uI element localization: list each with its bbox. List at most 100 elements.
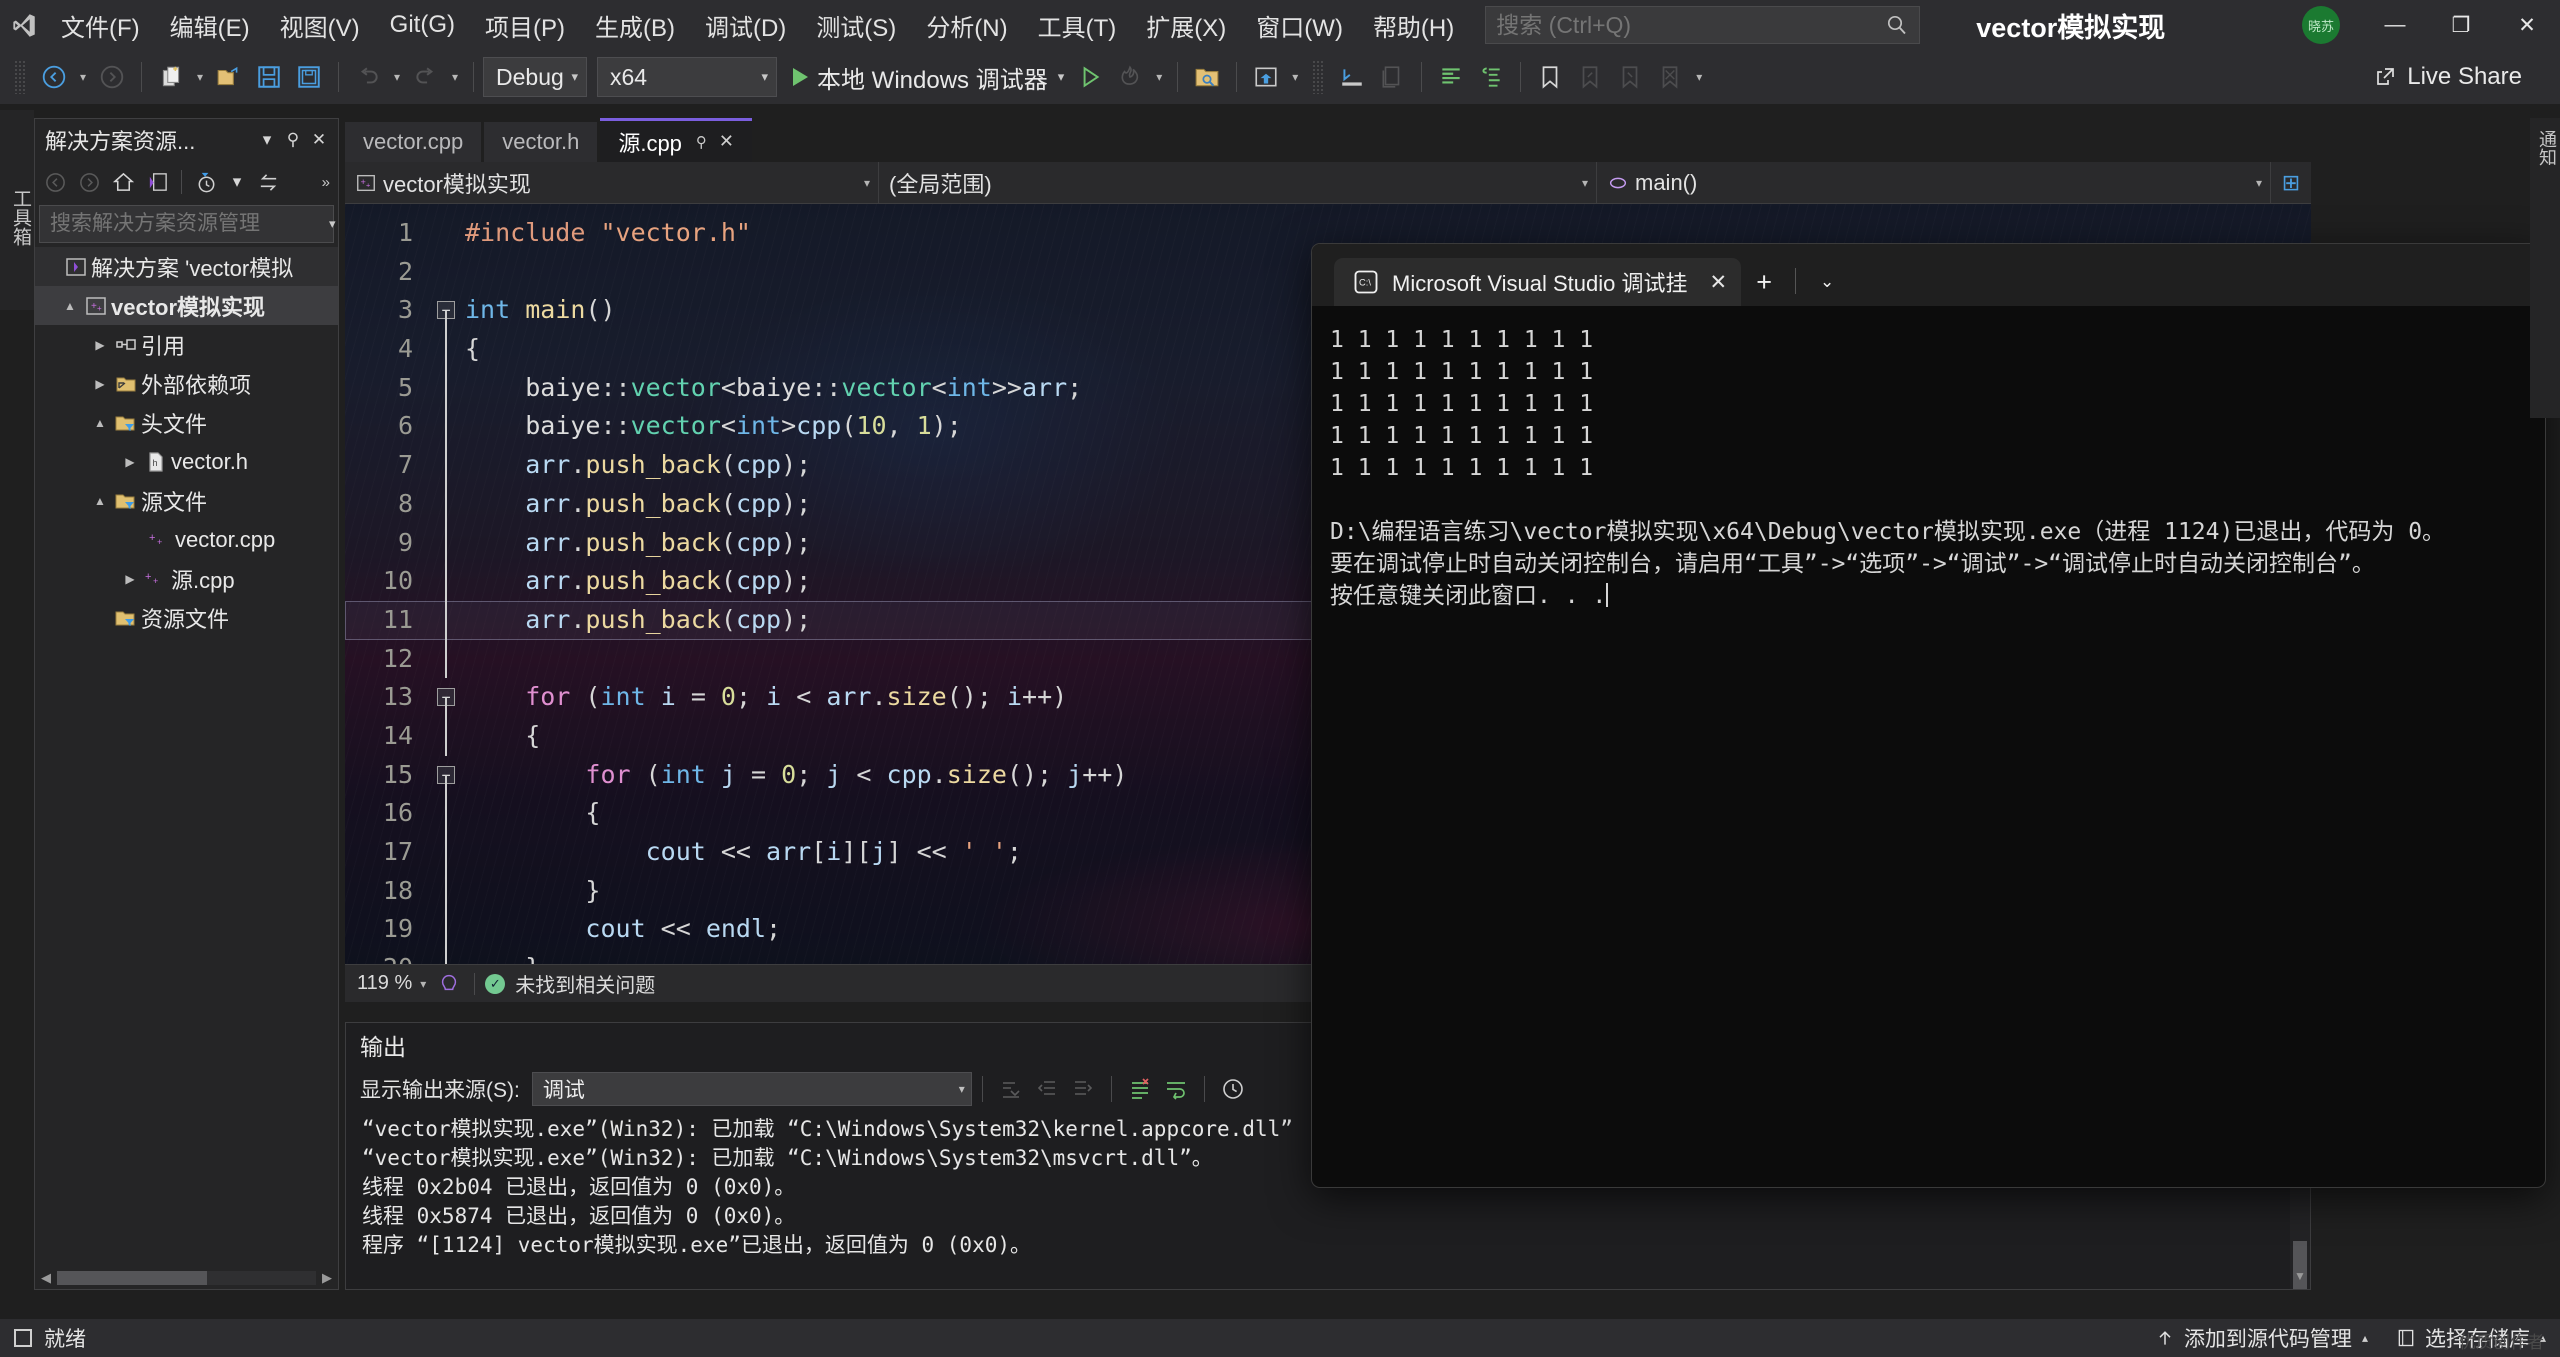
- console-tab[interactable]: C:\ Microsoft Visual Studio 调试挂 ✕: [1334, 258, 1742, 306]
- tree-item-source-files[interactable]: ▲ 源文件: [35, 481, 338, 520]
- restore-button[interactable]: ❐: [2428, 0, 2494, 50]
- save-icon[interactable]: [249, 57, 289, 97]
- tree-item-yuan-cpp[interactable]: ▶ + + 源.cpp: [35, 559, 338, 598]
- toolbar-overflow-icon[interactable]: ▾: [1690, 57, 1708, 97]
- menu-analyze[interactable]: 分析(N): [911, 0, 1022, 50]
- scroll-down-icon[interactable]: ▼: [2290, 1269, 2310, 1289]
- solution-explorer-hscrollbar[interactable]: ◀ ▶: [35, 1267, 338, 1289]
- solution-home-icon[interactable]: [1246, 57, 1286, 97]
- pin-icon[interactable]: ⚲: [280, 126, 306, 154]
- expander-icon[interactable]: ▲: [59, 299, 81, 313]
- open-file-icon[interactable]: [209, 57, 249, 97]
- tree-item-external-dependencies[interactable]: ▶ 外部依赖项: [35, 364, 338, 403]
- add-to-source-control-button[interactable]: 添加到源代码管理 ▴: [2155, 1323, 2368, 1353]
- solution-platform-combo[interactable]: x64 ▾: [597, 57, 777, 97]
- tree-item-references[interactable]: ▶ 引用: [35, 325, 338, 364]
- global-search-input[interactable]: [1496, 11, 1886, 39]
- menu-debug[interactable]: 调试(D): [690, 0, 801, 50]
- split-editor-icon[interactable]: ⊞: [2271, 170, 2311, 196]
- pin-icon[interactable]: ⚲: [696, 133, 707, 151]
- home-dropdown-icon[interactable]: ▾: [1286, 57, 1304, 97]
- panel-dropdown-icon[interactable]: ▾: [254, 126, 280, 154]
- toolbar-overflow-icon[interactable]: »: [322, 174, 338, 191]
- menu-project[interactable]: 项目(P): [470, 0, 580, 50]
- chevron-down-icon[interactable]: ▾: [420, 977, 426, 991]
- zoom-control[interactable]: 119 % ▾: [357, 972, 438, 995]
- expander-icon[interactable]: ▶: [89, 377, 111, 391]
- nav-scope-combo[interactable]: (全局范围) ▾: [879, 161, 1597, 204]
- new-console-tab-button[interactable]: +: [1741, 258, 1787, 306]
- tab-vector-cpp[interactable]: vector.cpp: [345, 122, 482, 162]
- avatar[interactable]: 晓苏: [2302, 6, 2340, 44]
- intellicode-icon[interactable]: [438, 972, 464, 996]
- clear-all-icon[interactable]: [1122, 1073, 1158, 1105]
- menu-help[interactable]: 帮助(H): [1358, 0, 1469, 50]
- toolbar-grip-2[interactable]: [1312, 60, 1325, 94]
- close-button[interactable]: ✕: [2494, 0, 2560, 50]
- menu-build[interactable]: 生成(B): [580, 0, 690, 50]
- tree-item-header-files[interactable]: ▲ 头文件: [35, 403, 338, 442]
- expander-icon[interactable]: ▶: [119, 455, 141, 469]
- step-into-icon[interactable]: [1332, 57, 1372, 97]
- tab-vector-h[interactable]: vector.h: [484, 122, 598, 162]
- solution-explorer-search-input[interactable]: [50, 212, 321, 236]
- toggle-word-wrap-icon[interactable]: [1158, 1073, 1194, 1105]
- scroll-left-icon[interactable]: ◀: [35, 1270, 57, 1286]
- close-icon[interactable]: ✕: [1709, 270, 1727, 295]
- sync-with-active-icon[interactable]: [252, 166, 284, 198]
- search-options-icon[interactable]: ▾: [329, 216, 336, 232]
- save-all-icon[interactable]: [289, 57, 329, 97]
- toolbar-grip[interactable]: [14, 60, 26, 94]
- find-in-files-icon[interactable]: [1187, 57, 1227, 97]
- notifications-vertical-tab[interactable]: 通知: [2530, 118, 2560, 178]
- tree-item-vector-h[interactable]: ▶ h vector.h: [35, 442, 338, 481]
- home-icon[interactable]: [107, 166, 139, 198]
- solution-configuration-combo[interactable]: Debug ▾: [483, 57, 587, 97]
- global-search-box[interactable]: [1485, 6, 1921, 44]
- menu-test[interactable]: 测试(S): [801, 0, 911, 50]
- uncomment-block-icon[interactable]: [1471, 57, 1511, 97]
- scroll-thumb[interactable]: [57, 1271, 207, 1285]
- toggle-bookmark-icon[interactable]: [1530, 57, 1570, 97]
- solution-explorer-search[interactable]: ▾: [39, 205, 336, 243]
- menu-window[interactable]: 窗口(W): [1241, 0, 1358, 50]
- menu-view[interactable]: 视图(V): [265, 0, 375, 50]
- chevron-down-icon[interactable]: ▾: [1058, 69, 1065, 85]
- navigate-back-icon[interactable]: [34, 57, 74, 97]
- new-item-dropdown-icon[interactable]: ▾: [191, 57, 209, 97]
- close-icon[interactable]: ✕: [719, 131, 734, 152]
- menu-file[interactable]: 文件(F): [46, 0, 155, 50]
- tree-item-project[interactable]: ▲ + + vector模拟实现: [35, 286, 338, 325]
- scroll-right-icon[interactable]: ▶: [316, 1270, 338, 1286]
- start-without-debug-icon[interactable]: [1070, 57, 1110, 97]
- menu-git[interactable]: Git(G): [375, 0, 470, 50]
- menu-extensions[interactable]: 扩展(X): [1131, 0, 1241, 50]
- tab-yuan-cpp[interactable]: 源.cpp ⚲ ✕: [600, 118, 753, 162]
- toolbox-vertical-tab[interactable]: 工具箱: [0, 110, 34, 310]
- expander-icon[interactable]: ▶: [119, 572, 141, 586]
- expander-icon[interactable]: ▶: [89, 338, 111, 352]
- console-dropdown-icon[interactable]: ⌄: [1804, 258, 1850, 306]
- start-debug-button[interactable]: 本地 Windows 调试器 ▾: [787, 57, 1070, 97]
- nav-project-combo[interactable]: + + vector模拟实现 ▾: [345, 161, 879, 204]
- show-timestamps-icon[interactable]: [1215, 1073, 1251, 1105]
- expander-icon[interactable]: ▲: [89, 494, 111, 508]
- tree-item-resource-files[interactable]: 资源文件: [35, 598, 338, 637]
- tree-item-vector-cpp[interactable]: + + vector.cpp: [35, 520, 338, 559]
- tree-item-solution[interactable]: 解决方案 'vector模拟: [35, 247, 338, 286]
- chevron-down-icon[interactable]: ▾: [224, 168, 250, 196]
- debug-console-window[interactable]: C:\ Microsoft Visual Studio 调试挂 ✕ + ⌄ 1 …: [1311, 243, 2546, 1188]
- nav-member-combo[interactable]: main() ▾: [1597, 161, 2271, 204]
- chevron-up-icon[interactable]: ▴: [2362, 1331, 2368, 1345]
- expander-icon[interactable]: ▲: [89, 416, 111, 430]
- comment-block-icon[interactable]: [1431, 57, 1471, 97]
- pending-changes-icon[interactable]: [190, 166, 222, 198]
- console-output[interactable]: 1 1 1 1 1 1 1 1 1 1 1 1 1 1 1 1 1 1 1 1 …: [1312, 306, 2545, 612]
- menu-tools[interactable]: 工具(T): [1023, 0, 1132, 50]
- output-source-combo[interactable]: 调试 ▾: [531, 1072, 972, 1106]
- live-share-button[interactable]: Live Share: [2373, 50, 2522, 104]
- switch-views-icon[interactable]: [141, 166, 173, 198]
- back-dropdown-icon[interactable]: ▾: [74, 57, 92, 97]
- scroll-track[interactable]: [57, 1271, 316, 1285]
- minimize-button[interactable]: —: [2362, 0, 2428, 50]
